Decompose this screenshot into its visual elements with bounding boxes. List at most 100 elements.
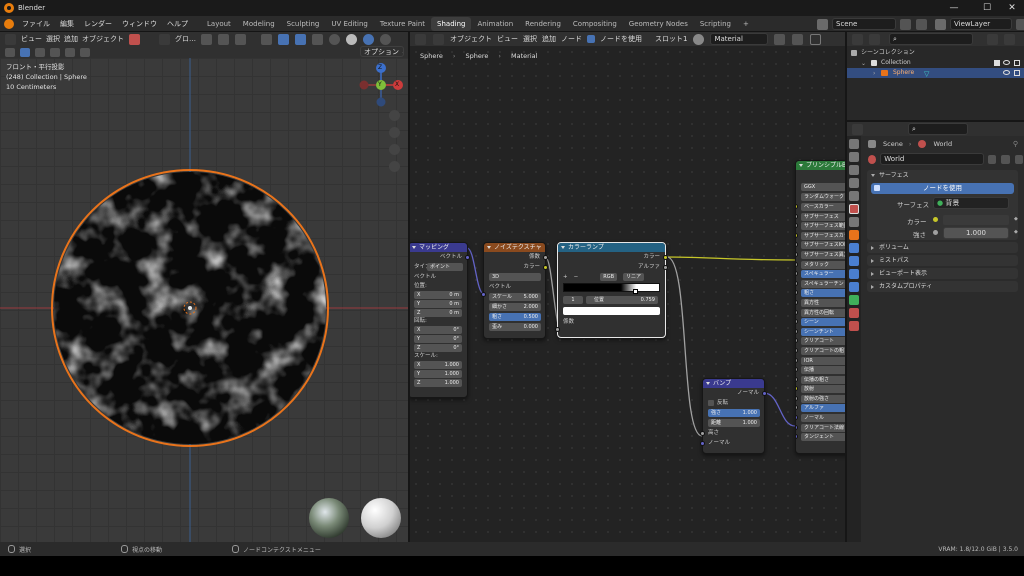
navigation-gizmo[interactable]: Z Y X bbox=[358, 62, 404, 108]
close-button[interactable]: ✕ bbox=[1000, 0, 1024, 16]
proportional-edit-icon[interactable] bbox=[235, 33, 246, 45]
principled-input-field[interactable]: ベースカラー bbox=[801, 203, 845, 211]
principled-input-field[interactable]: 放射 bbox=[801, 385, 845, 394]
principled-input-socket[interactable] bbox=[796, 251, 798, 257]
strength-keyframe-icon[interactable]: ◆ bbox=[1014, 229, 1018, 235]
principled-input-row[interactable]: 粗さ bbox=[796, 288, 845, 298]
mapping-rotation-z[interactable]: Z 0° bbox=[414, 344, 462, 352]
material-browse-icon[interactable] bbox=[693, 33, 705, 45]
principled-input-row[interactable]: シーンチント bbox=[796, 327, 845, 337]
noise-color-socket[interactable] bbox=[543, 265, 548, 270]
principled-input-row[interactable]: サブサーフェス異方性 bbox=[796, 250, 845, 260]
shader-type-icon[interactable] bbox=[433, 33, 444, 45]
principled-input-row[interactable]: ノーマル bbox=[796, 413, 845, 423]
collection-render-icon[interactable] bbox=[1014, 60, 1020, 66]
principled-input-socket[interactable] bbox=[796, 395, 798, 401]
scene-selector[interactable]: Scene bbox=[832, 18, 896, 30]
principled-input-socket[interactable] bbox=[796, 424, 798, 430]
principled-input-row[interactable]: スペキュラーチント bbox=[796, 279, 845, 289]
sphere-render-icon[interactable] bbox=[1014, 70, 1020, 76]
principled-bsdf-node[interactable]: プリンシプルBSDF GGX ランダムウォーク ベースカラーサブサーフェスサブサ… bbox=[795, 160, 845, 454]
principled-input-row[interactable]: 放射 bbox=[796, 384, 845, 394]
menu-file[interactable]: ファイル bbox=[17, 19, 55, 29]
viewport-display-panel-header[interactable]: ビューポート表示 bbox=[867, 268, 1018, 279]
node-editor-type-icon[interactable] bbox=[415, 33, 426, 45]
noise-roughness-field[interactable]: 粗さ 0.500 bbox=[489, 313, 541, 321]
principled-input-field[interactable]: クリアコート bbox=[801, 337, 845, 346]
principled-input-field[interactable]: 伝播の粗さ bbox=[801, 375, 845, 384]
principled-input-field[interactable]: アルファ bbox=[801, 404, 845, 413]
pivot-icon[interactable] bbox=[201, 33, 212, 45]
render-tab-icon[interactable] bbox=[849, 152, 859, 162]
exclude-checkbox-icon[interactable] bbox=[994, 60, 1000, 66]
mapping-rotation-x[interactable]: X 0° bbox=[414, 326, 462, 334]
principled-input-field[interactable]: タンジェント bbox=[801, 433, 845, 442]
color-keyframe-icon[interactable]: ◆ bbox=[1014, 216, 1018, 222]
principled-input-field[interactable]: スペキュラー bbox=[801, 270, 845, 279]
principled-input-field[interactable]: スペキュラーチント bbox=[801, 279, 845, 288]
tab-geometry-nodes[interactable]: Geometry Nodes bbox=[623, 17, 694, 31]
principled-input-field[interactable]: クリアコート法線 bbox=[801, 423, 845, 432]
outliner-collection-row[interactable]: ⌄ Collection bbox=[847, 58, 1024, 68]
principled-input-socket[interactable] bbox=[796, 280, 798, 286]
noise-distortion-field[interactable]: 歪み 0.000 bbox=[489, 323, 541, 331]
shading-material-icon[interactable] bbox=[363, 33, 374, 45]
menu-window[interactable]: ウィンドウ bbox=[117, 19, 162, 29]
principled-input-row[interactable]: メタリック bbox=[796, 260, 845, 270]
principled-input-socket[interactable] bbox=[796, 271, 798, 277]
bump-normal-in-socket[interactable] bbox=[700, 441, 705, 446]
modifier-tab-icon[interactable] bbox=[849, 243, 859, 253]
node-menu-select[interactable]: 選択 bbox=[523, 34, 537, 44]
principled-input-field[interactable]: サブサーフェスカラー bbox=[801, 231, 845, 240]
node-menu-view[interactable]: ビュー bbox=[497, 34, 518, 44]
menu-edit[interactable]: 編集 bbox=[55, 19, 79, 29]
mapping-location-x[interactable]: X 0 m bbox=[414, 291, 462, 299]
shading-rendered-icon[interactable] bbox=[380, 33, 391, 45]
principled-input-row[interactable]: クリアコート法線 bbox=[796, 423, 845, 433]
tab-animation[interactable]: Animation bbox=[471, 17, 519, 31]
menu-help[interactable]: ヘルプ bbox=[162, 19, 193, 29]
principled-input-socket[interactable] bbox=[796, 213, 798, 219]
colorramp-stop-index[interactable]: 1 bbox=[563, 296, 583, 304]
outliner-display-mode-icon[interactable] bbox=[869, 33, 880, 45]
sphere-expand-icon[interactable]: › bbox=[873, 69, 875, 79]
noise-dimension-dropdown[interactable]: 3D bbox=[489, 273, 541, 281]
bump-normal-out-socket[interactable] bbox=[762, 391, 767, 396]
props-pin-icon[interactable]: ⚲ bbox=[1013, 140, 1018, 148]
principled-input-field[interactable]: 異方性 bbox=[801, 298, 845, 307]
principled-input-socket[interactable] bbox=[796, 299, 798, 305]
pin-icon[interactable] bbox=[810, 33, 822, 45]
principled-input-field[interactable]: シーンチント bbox=[801, 327, 845, 336]
node-menu-add[interactable]: 追加 bbox=[542, 34, 556, 44]
principled-input-socket[interactable] bbox=[796, 232, 798, 238]
principled-input-field[interactable]: 異方性の回転 bbox=[801, 308, 845, 317]
world-name-field[interactable]: World bbox=[880, 153, 985, 165]
mapping-scale-z[interactable]: Z 1.000 bbox=[414, 379, 462, 387]
viewport-menu-add[interactable]: 追加 bbox=[64, 34, 78, 44]
object-tab-icon[interactable] bbox=[849, 230, 859, 240]
overlay-toggle-icon[interactable] bbox=[295, 33, 306, 45]
colorramp-mode-dropdown[interactable]: RGB bbox=[600, 273, 617, 281]
world-strength-field[interactable]: 1.000 bbox=[943, 227, 1009, 239]
view-layer-selector[interactable]: ViewLayer bbox=[950, 18, 1012, 30]
principled-input-socket[interactable] bbox=[796, 290, 798, 296]
delete-scene-icon[interactable] bbox=[916, 18, 927, 30]
select-mode-4-icon[interactable] bbox=[80, 47, 90, 57]
principled-input-row[interactable]: サブサーフェス範囲 bbox=[796, 221, 845, 231]
outliner-filter-icon[interactable] bbox=[987, 33, 998, 45]
principled-input-socket[interactable] bbox=[796, 242, 798, 248]
colorramp-position-field[interactable]: 位置 0.759 bbox=[586, 296, 658, 304]
world-duplicate-icon[interactable] bbox=[1001, 154, 1010, 164]
physics-tab-icon[interactable] bbox=[849, 269, 859, 279]
principled-input-socket[interactable] bbox=[796, 338, 798, 344]
mapping-scale-y[interactable]: Y 1.000 bbox=[414, 370, 462, 378]
world-browse-icon[interactable] bbox=[868, 154, 877, 164]
color-ramp-node[interactable]: カラーランプ カラー アルファ + − RGB リニア 1 位置 0.759 係数 bbox=[555, 242, 668, 338]
outliner-editor-icon[interactable] bbox=[852, 33, 863, 45]
noise-detail-field[interactable]: 細かさ 2.000 bbox=[489, 303, 541, 311]
mapping-vector-out-socket[interactable] bbox=[465, 255, 470, 260]
tab-modeling[interactable]: Modeling bbox=[237, 17, 281, 31]
material-tab-icon[interactable] bbox=[849, 308, 859, 318]
3d-viewport[interactable]: フロント・平行投影 (248) Collection | Sphere 10 C… bbox=[0, 58, 408, 542]
principled-input-socket[interactable] bbox=[796, 347, 798, 353]
